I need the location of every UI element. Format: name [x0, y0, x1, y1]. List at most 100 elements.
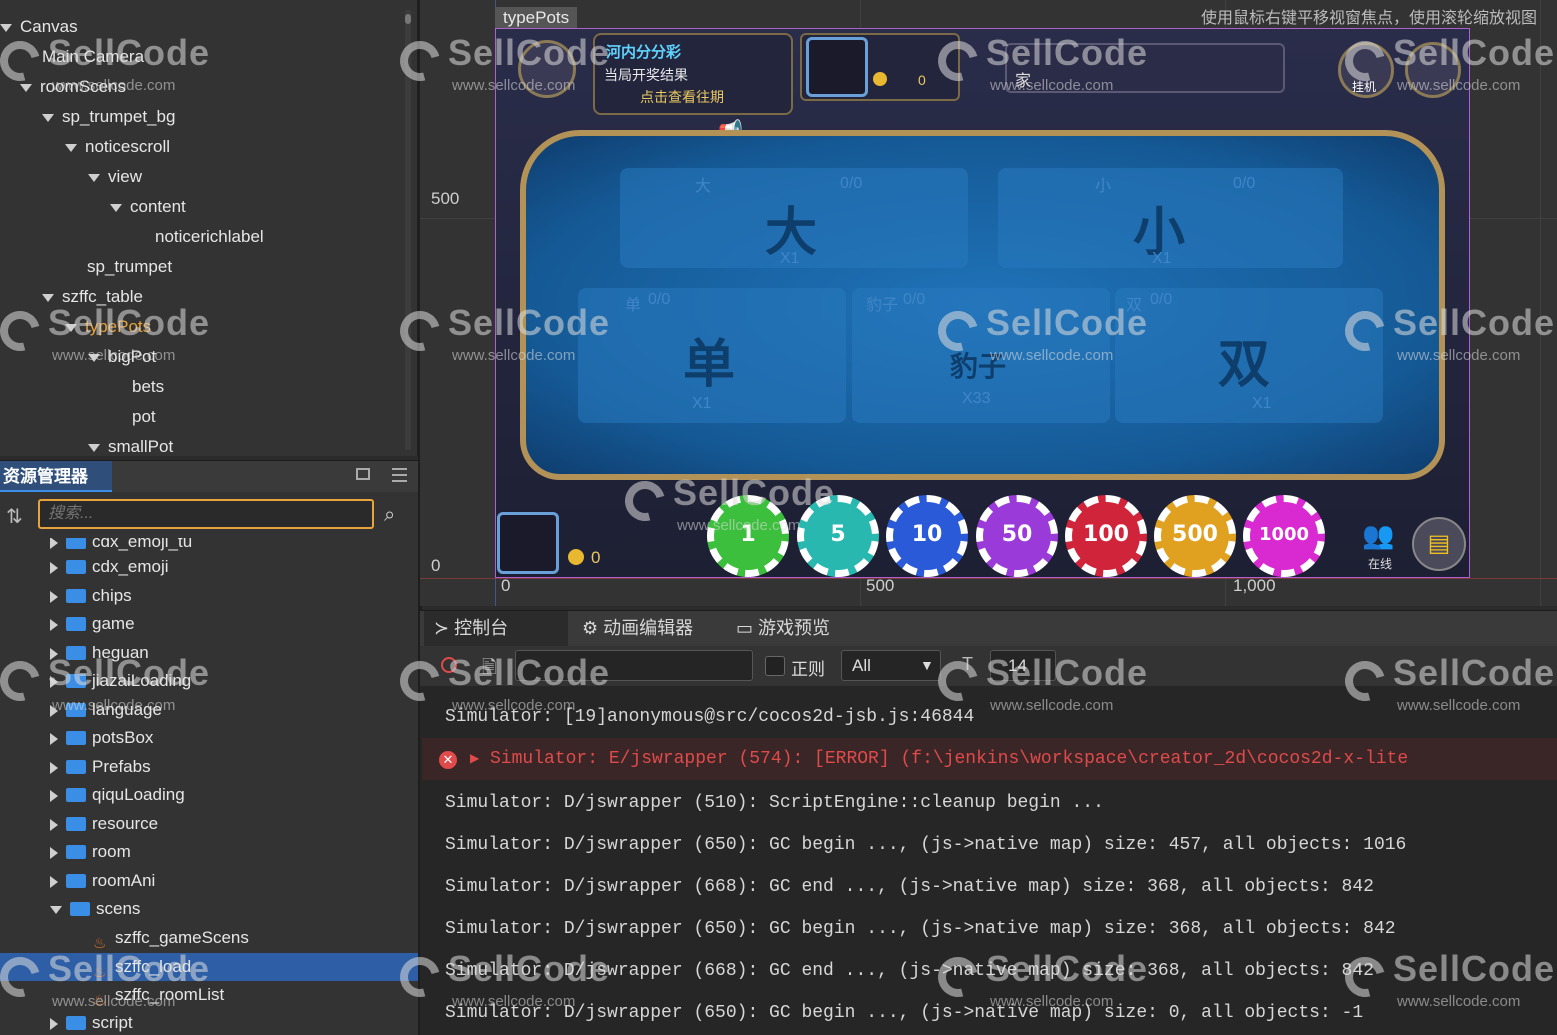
- expand-arrow-icon[interactable]: [88, 353, 100, 362]
- tree-node-canvas[interactable]: Canvas: [0, 12, 78, 42]
- asset-folder-cdx-emoji[interactable]: cdx_emoji: [0, 553, 418, 581]
- asset-scene-szffc-load[interactable]: ♨ szffc_load: [0, 953, 418, 981]
- expand-arrow-icon[interactable]: [50, 675, 58, 688]
- asset-label: heguan: [92, 643, 149, 662]
- expand-arrow-icon[interactable]: [88, 443, 100, 452]
- log-line-error[interactable]: Simulator: E/jswrapper (574): [ERROR] (f…: [490, 749, 1408, 769]
- expand-arrow-icon[interactable]: [50, 875, 58, 888]
- tree-node-view[interactable]: view: [88, 162, 142, 192]
- tree-node-sp-trumpet[interactable]: sp_trumpet: [87, 252, 172, 282]
- tree-node-bets[interactable]: bets: [132, 372, 164, 402]
- tree-node-typepots[interactable]: typePots: [65, 312, 151, 342]
- tree-node-roomscens[interactable]: roomScens: [20, 72, 126, 102]
- tab-game-preview[interactable]: ▭ 游戏预览: [722, 611, 830, 646]
- log-line: Simulator: D/jswrapper (650): GC begin .…: [445, 835, 1407, 855]
- tab-animation-editor[interactable]: ⚙ 动画编辑器: [568, 611, 693, 646]
- online-users-icon[interactable]: 👥: [1362, 520, 1394, 551]
- folder-icon: [66, 873, 86, 888]
- asset-folder-scens[interactable]: scens: [0, 895, 418, 923]
- tree-node-bigpot[interactable]: bigPot: [88, 342, 156, 372]
- asset-folder-heguan[interactable]: heguan: [0, 639, 418, 667]
- expand-arrow-icon[interactable]: [50, 789, 58, 802]
- axis-label-y: 500: [431, 189, 460, 208]
- expand-arrow-icon[interactable]: [50, 905, 62, 914]
- asset-folder-language[interactable]: language: [0, 696, 418, 724]
- lottery-history-link[interactable]: 点击查看往期: [640, 87, 724, 107]
- tree-node-content[interactable]: content: [110, 192, 186, 222]
- expand-arrow-icon[interactable]: [42, 293, 54, 302]
- regex-checkbox[interactable]: [765, 656, 785, 676]
- tree-node-label: roomScens: [40, 77, 126, 96]
- expand-arrow-icon[interactable]: [50, 561, 58, 574]
- folder-icon: [66, 702, 86, 717]
- chat-icon[interactable]: ▤: [1412, 517, 1466, 571]
- chip-5[interactable]: 5: [797, 495, 879, 577]
- hierarchy-scroll-thumb[interactable]: [405, 14, 411, 24]
- tree-node-noticerichlabel[interactable]: noticerichlabel: [155, 222, 264, 252]
- assets-search-input[interactable]: [38, 499, 374, 529]
- tree-node-szffc-table[interactable]: szffc_table: [42, 282, 143, 312]
- asset-folder-script[interactable]: script: [0, 1009, 418, 1035]
- font-size-icon: T: [962, 654, 973, 674]
- expand-arrow-icon[interactable]: [50, 846, 58, 859]
- chip-500[interactable]: 500: [1154, 495, 1236, 577]
- chip-1[interactable]: 1: [707, 495, 789, 577]
- popout-icon[interactable]: [356, 468, 370, 480]
- font-size-value: 14: [1008, 656, 1027, 675]
- expand-arrow-icon[interactable]: [65, 323, 77, 332]
- asset-scene-szffc-gamescens[interactable]: ♨ szffc_gameScens: [0, 924, 418, 952]
- expand-arrow-icon[interactable]: [50, 704, 58, 717]
- asset-folder-chips[interactable]: chips: [0, 582, 418, 610]
- hierarchy-scrollbar[interactable]: [405, 10, 411, 450]
- expand-arrow-icon[interactable]: [50, 647, 58, 660]
- asset-folder-qiquloading[interactable]: qiquLoading: [0, 781, 418, 809]
- asset-folder-prefabs[interactable]: Prefabs: [0, 753, 418, 781]
- expand-arrow-icon[interactable]: [0, 23, 12, 32]
- tree-node-pot[interactable]: pot: [132, 402, 156, 432]
- settings-button[interactable]: [1405, 42, 1461, 98]
- chip-50[interactable]: 50: [976, 495, 1058, 577]
- console-filter-input[interactable]: [515, 650, 753, 681]
- chip-100[interactable]: 100: [1065, 495, 1147, 577]
- expand-arrow-icon[interactable]: [88, 173, 100, 182]
- asset-folder-room[interactable]: room: [0, 838, 418, 866]
- tree-node-smallpot[interactable]: smallPot: [88, 432, 173, 456]
- tree-node-main-camera[interactable]: Main Camera: [42, 42, 144, 72]
- clear-icon[interactable]: [441, 657, 457, 673]
- tree-node-label: Canvas: [20, 17, 78, 36]
- search-icon[interactable]: ⌕: [384, 504, 395, 527]
- expand-arrow-icon[interactable]: [50, 732, 58, 745]
- menu-icon[interactable]: [392, 468, 407, 482]
- expand-arrow-icon[interactable]: [42, 113, 54, 122]
- expand-arrow-icon[interactable]: [50, 538, 58, 549]
- asset-folder-roomani[interactable]: roomAni: [0, 867, 418, 895]
- tree-node-noticescroll[interactable]: noticescroll: [65, 132, 170, 162]
- expand-arrow-icon[interactable]: ▶: [470, 751, 479, 765]
- asset-folder-game[interactable]: game: [0, 610, 418, 638]
- chip-10[interactable]: 10: [886, 495, 968, 577]
- expand-arrow-icon[interactable]: [50, 761, 58, 774]
- chip-1000[interactable]: 1000: [1243, 495, 1325, 577]
- back-button[interactable]: [518, 40, 576, 98]
- asset-folder-resource[interactable]: resource: [0, 810, 418, 838]
- scene-hint: 使用鼠标右键平移视窗焦点，使用滚轮缩放视图: [1200, 10, 1537, 27]
- tab-console[interactable]: ≻ 控制台: [420, 611, 508, 646]
- expand-arrow-icon[interactable]: [50, 590, 58, 603]
- tree-node-label: pot: [132, 407, 156, 426]
- expand-arrow-icon[interactable]: [50, 818, 58, 831]
- expand-arrow-icon[interactable]: [50, 1017, 58, 1030]
- expand-arrow-icon[interactable]: [65, 143, 77, 152]
- zone-count: 0/0: [648, 291, 671, 308]
- asset-folder-jiazailoading[interactable]: jiazaiLoading: [0, 667, 418, 695]
- zone-big-text: 豹子: [950, 350, 1007, 383]
- asset-folder-potsbox[interactable]: potsBox: [0, 724, 418, 752]
- log-file-icon[interactable]: 🗎: [482, 655, 496, 685]
- zone-odds: X1: [1152, 250, 1172, 267]
- sort-icon[interactable]: ⇅: [6, 504, 23, 529]
- tab-assets[interactable]: 资源管理器: [0, 461, 112, 492]
- expand-arrow-icon[interactable]: [20, 83, 32, 92]
- tree-node-sp-trumpet-bg[interactable]: sp_trumpet_bg: [42, 102, 175, 132]
- asset-scene-szffc-roomlist[interactable]: ♨ szffc_roomList: [0, 981, 418, 1009]
- expand-arrow-icon[interactable]: [50, 618, 58, 631]
- expand-arrow-icon[interactable]: [110, 203, 122, 212]
